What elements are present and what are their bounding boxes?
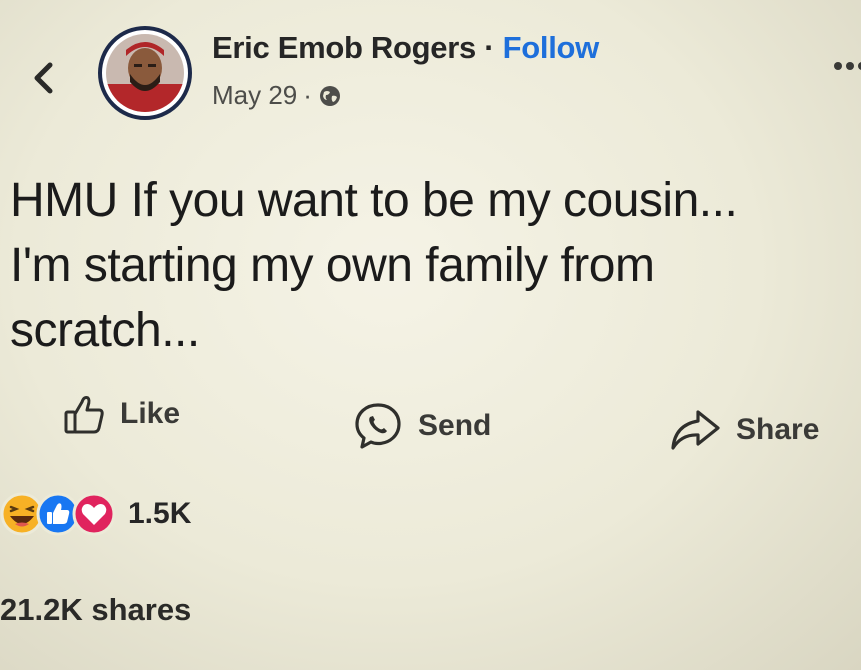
follow-button[interactable]: Follow — [503, 30, 600, 65]
author-line: Eric Emob Rogers · Follow — [212, 30, 599, 66]
author-name[interactable]: Eric Emob Rogers — [212, 30, 476, 65]
reaction-icons — [0, 492, 116, 536]
more-dots-icon — [834, 62, 861, 70]
send-label: Send — [418, 409, 492, 442]
like-button[interactable]: Like — [62, 392, 180, 436]
send-button[interactable]: Send — [352, 400, 491, 452]
reactions-summary[interactable]: 1.5K — [0, 492, 191, 536]
messenger-icon — [355, 403, 401, 449]
author-separator: · — [484, 30, 495, 65]
post-date[interactable]: May 29 — [212, 80, 297, 111]
like-label: Like — [120, 397, 181, 430]
post-meta: May 29 · — [212, 80, 342, 111]
share-button[interactable]: Share — [668, 408, 819, 452]
more-options-button[interactable] — [832, 56, 861, 76]
reaction-count: 1.5K — [128, 497, 192, 530]
globe-icon — [319, 85, 340, 106]
back-button[interactable] — [26, 58, 60, 98]
share-arrow-icon — [671, 410, 720, 450]
avatar[interactable] — [98, 26, 192, 120]
thumbs-up-icon — [64, 396, 104, 434]
chevron-left-icon — [34, 62, 53, 94]
post-text: HMU If you want to be my cousin... I'm s… — [10, 174, 738, 357]
love-reaction-icon — [72, 492, 116, 536]
date-separator: · — [303, 80, 312, 110]
share-label: Share — [736, 413, 820, 446]
avatar-photo — [106, 34, 184, 112]
shares-count[interactable]: 21.2K shares — [0, 592, 191, 628]
